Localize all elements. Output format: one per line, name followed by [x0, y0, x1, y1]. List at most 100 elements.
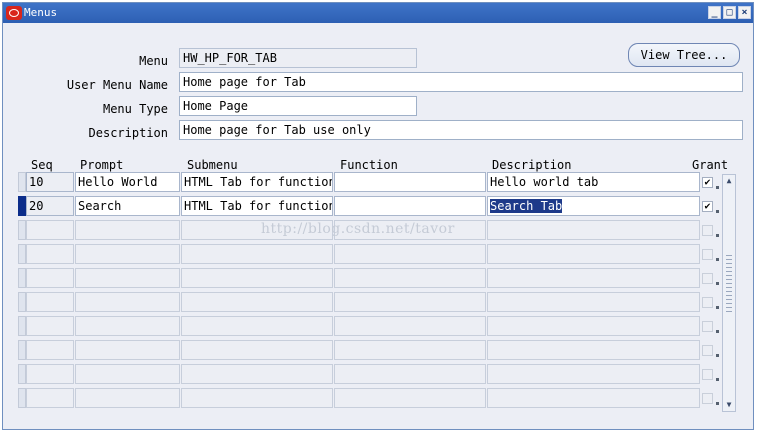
- menu-field[interactable]: HW_HP_FOR_TAB: [179, 48, 417, 68]
- submenu-cell[interactable]: [181, 388, 333, 408]
- row-dot: [716, 234, 719, 237]
- function-cell[interactable]: [334, 196, 486, 216]
- seq-cell[interactable]: 10: [26, 172, 74, 192]
- oracle-logo-icon: [6, 6, 22, 20]
- row-dot: [716, 282, 719, 285]
- prompt-cell[interactable]: [75, 316, 180, 336]
- seq-cell[interactable]: [26, 388, 74, 408]
- row-indicator[interactable]: [18, 340, 26, 360]
- row-dot: [716, 354, 719, 357]
- function-cell[interactable]: [334, 316, 486, 336]
- row-dot: [716, 306, 719, 309]
- row-dot: [716, 210, 719, 213]
- row-indicator[interactable]: [18, 220, 26, 240]
- prompt-cell[interactable]: [75, 364, 180, 384]
- grant-checkbox[interactable]: [702, 345, 713, 356]
- submenu-cell[interactable]: [181, 268, 333, 288]
- row-indicator[interactable]: [18, 268, 26, 288]
- scroll-up-icon[interactable]: ▲: [723, 175, 735, 187]
- menu-type-field[interactable]: Home Page: [179, 96, 417, 116]
- menu-label: Menu: [139, 54, 168, 68]
- row-indicator-current[interactable]: [18, 196, 26, 216]
- submenu-cell[interactable]: [181, 244, 333, 264]
- view-tree-button[interactable]: View Tree...: [628, 43, 740, 67]
- row-indicator[interactable]: [18, 388, 26, 408]
- prompt-cell[interactable]: Hello World: [75, 172, 180, 192]
- watermark-text: http://blog.csdn.net/tavor: [261, 221, 455, 237]
- description-cell[interactable]: [487, 388, 700, 408]
- row-dot: [716, 330, 719, 333]
- description-cell-selected[interactable]: Search Tab: [487, 196, 700, 216]
- grant-checkbox[interactable]: [702, 321, 713, 332]
- function-cell[interactable]: [334, 388, 486, 408]
- seq-cell[interactable]: [26, 364, 74, 384]
- prompt-cell[interactable]: [75, 220, 180, 240]
- description-cell[interactable]: [487, 292, 700, 312]
- function-cell[interactable]: [334, 364, 486, 384]
- seq-cell[interactable]: [26, 268, 74, 288]
- grant-checkbox[interactable]: [702, 249, 713, 260]
- prompt-cell[interactable]: [75, 292, 180, 312]
- grant-checkbox[interactable]: [702, 273, 713, 284]
- submenu-cell[interactable]: HTML Tab for function: [181, 172, 333, 192]
- submenu-cell[interactable]: [181, 364, 333, 384]
- column-header-description: Description: [492, 158, 572, 172]
- column-header-seq: Seq: [31, 158, 53, 172]
- window-title: Menus: [24, 6, 58, 19]
- grant-checkbox[interactable]: [702, 369, 713, 380]
- description-cell[interactable]: [487, 268, 700, 288]
- description-cell[interactable]: [487, 364, 700, 384]
- column-header-prompt: Prompt: [80, 158, 124, 172]
- vertical-scrollbar[interactable]: ▲ ▼: [722, 174, 736, 412]
- grant-checkbox[interactable]: [702, 225, 713, 236]
- function-cell[interactable]: [334, 292, 486, 312]
- description-cell[interactable]: [487, 316, 700, 336]
- row-dot: [716, 378, 719, 381]
- grant-checkbox[interactable]: [702, 393, 713, 404]
- submenu-cell[interactable]: [181, 316, 333, 336]
- row-indicator[interactable]: [18, 244, 26, 264]
- title-bar[interactable]: Menus _ □ ×: [3, 3, 753, 23]
- seq-cell[interactable]: 20: [26, 196, 74, 216]
- seq-cell[interactable]: [26, 244, 74, 264]
- seq-cell[interactable]: [26, 340, 74, 360]
- row-indicator[interactable]: [18, 172, 26, 192]
- row-indicator[interactable]: [18, 292, 26, 312]
- scroll-thumb[interactable]: [726, 255, 732, 315]
- close-icon[interactable]: ×: [738, 6, 751, 19]
- prompt-cell[interactable]: [75, 244, 180, 264]
- prompt-cell[interactable]: [75, 340, 180, 360]
- description-field[interactable]: Home page for Tab use only: [179, 120, 743, 140]
- function-cell[interactable]: [334, 244, 486, 264]
- row-indicator[interactable]: [18, 316, 26, 336]
- row-indicator[interactable]: [18, 364, 26, 384]
- menu-type-label: Menu Type: [102, 102, 168, 116]
- prompt-cell[interactable]: Search: [75, 196, 180, 216]
- submenu-cell[interactable]: [181, 340, 333, 360]
- row-dot: [716, 258, 719, 261]
- function-cell[interactable]: [334, 340, 486, 360]
- seq-cell[interactable]: [26, 316, 74, 336]
- seq-cell[interactable]: [26, 292, 74, 312]
- grant-checkbox[interactable]: ✔: [702, 201, 713, 212]
- description-cell[interactable]: Hello world tab: [487, 172, 700, 192]
- grant-checkbox[interactable]: [702, 297, 713, 308]
- maximize-icon[interactable]: □: [723, 6, 736, 19]
- prompt-cell[interactable]: [75, 268, 180, 288]
- description-cell[interactable]: [487, 340, 700, 360]
- scroll-down-icon[interactable]: ▼: [723, 399, 735, 411]
- function-cell[interactable]: [334, 268, 486, 288]
- user-menu-name-field[interactable]: Home page for Tab: [179, 72, 743, 92]
- seq-cell[interactable]: [26, 220, 74, 240]
- minimize-icon[interactable]: _: [708, 6, 721, 19]
- submenu-cell[interactable]: [181, 292, 333, 312]
- function-cell[interactable]: [334, 172, 486, 192]
- prompt-cell[interactable]: [75, 388, 180, 408]
- description-cell[interactable]: [487, 220, 700, 240]
- column-header-grant: Grant: [692, 158, 729, 172]
- submenu-cell[interactable]: HTML Tab for function: [181, 196, 333, 216]
- selected-text: Search Tab: [490, 199, 563, 213]
- grant-checkbox[interactable]: ✔: [702, 177, 713, 188]
- description-cell[interactable]: [487, 244, 700, 264]
- description-label: Description: [88, 126, 168, 140]
